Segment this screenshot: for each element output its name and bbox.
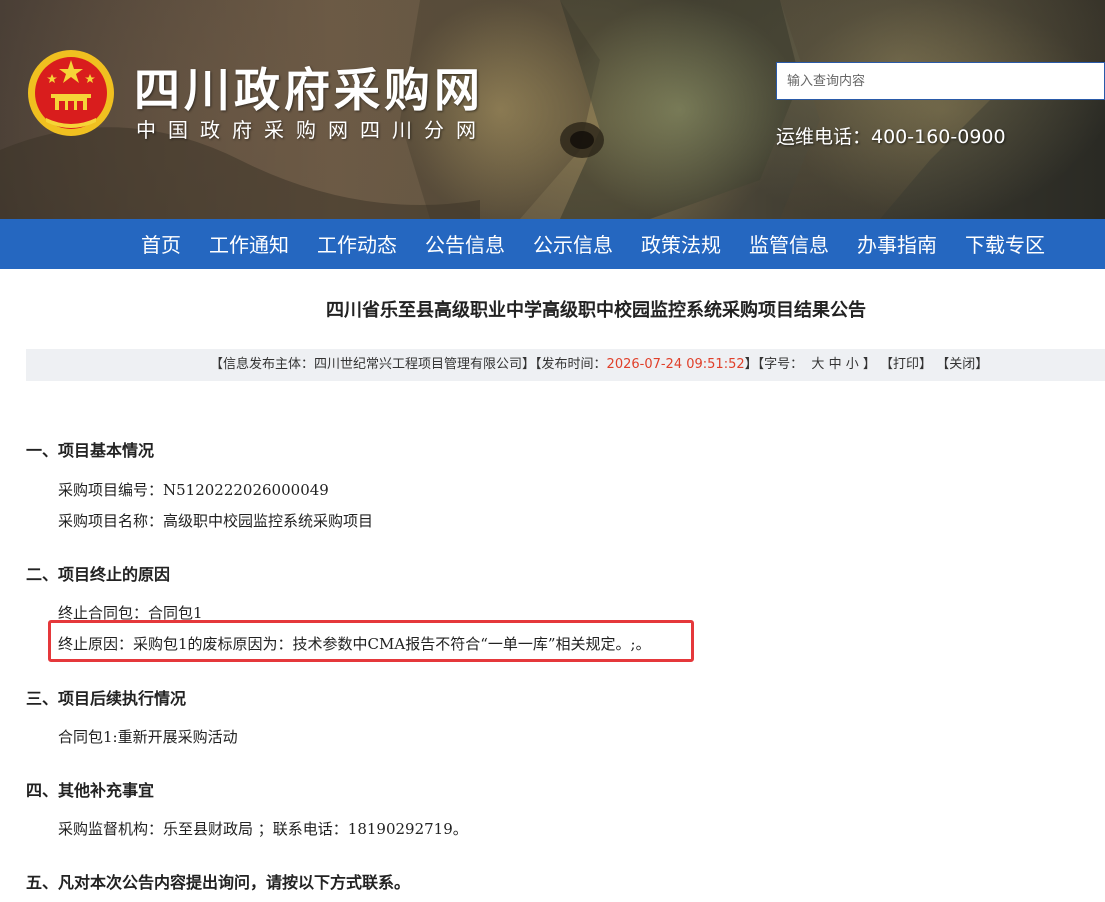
section-heading-termination-reason: 二、项目终止的原因 xyxy=(26,565,171,584)
section-heading-follow-up: 三、项目后续执行情况 xyxy=(26,689,187,708)
header-banner: 四川政府采购网 中国政府采购网四川分网 运维电话：400-160-0900 xyxy=(0,0,1105,219)
article-title: 四川省乐至县高级职业中学高级职中校园监控系统采购项目结果公告 xyxy=(326,300,866,321)
nav-item-downloads[interactable]: 下载专区 xyxy=(951,219,1059,269)
print-button[interactable]: 【打印】 xyxy=(880,357,932,372)
project-name-line: 采购项目名称：高级职中校园监控系统采购项目 xyxy=(58,512,374,530)
nav-item-announcements[interactable]: 公告信息 xyxy=(411,219,519,269)
nav-item-publicity[interactable]: 公示信息 xyxy=(519,219,627,269)
nav-item-policies[interactable]: 政策法规 xyxy=(627,219,735,269)
nav-item-work-notices[interactable]: 工作通知 xyxy=(195,219,303,269)
section-heading-other-matters: 四、其他补充事宜 xyxy=(26,781,155,800)
font-size-medium-button[interactable]: 中 xyxy=(829,357,842,372)
site-title: 四川政府采购网 xyxy=(134,63,484,117)
nav-item-guide[interactable]: 办事指南 xyxy=(843,219,951,269)
meta-font-prefix: 】【字号： xyxy=(744,357,804,372)
main-nav: 首页 工作通知 工作动态 公告信息 公示信息 政策法规 监管信息 办事指南 下载… xyxy=(0,219,1105,269)
meta-font-suffix: 】 xyxy=(862,357,876,372)
nav-item-work-news[interactable]: 工作动态 xyxy=(303,219,411,269)
font-size-large-button[interactable]: 大 xyxy=(811,357,824,372)
follow-up-line: 合同包1:重新开展采购活动 xyxy=(58,728,238,746)
supervision-contact-line: 采购监督机构：乐至县财政局 ；联系电话：18190292719。 xyxy=(58,820,468,838)
meta-publisher: 四川世纪常兴工程项目管理有限公司 xyxy=(314,357,523,372)
section-heading-inquiry: 五、凡对本次公告内容提出询问，请按以下方式联系。 xyxy=(26,873,411,892)
site-subtitle: 中国政府采购网四川分网 xyxy=(136,118,488,142)
nav-item-supervision[interactable]: 监管信息 xyxy=(735,219,843,269)
national-emblem-icon xyxy=(28,50,114,136)
project-number-line: 采购项目编号：N5120222026000049 xyxy=(58,481,329,499)
article-meta-bar: 【信息发布主体：四川世纪常兴工程项目管理有限公司】【发布时间：2026-07-2… xyxy=(26,349,1105,381)
termination-reason-line: 终止原因：采购包1的废标原因为：技术参数中CMA报告不符合“一单一库”相关规定。… xyxy=(58,635,651,653)
close-button[interactable]: 【关闭】 xyxy=(936,357,988,372)
meta-publisher-prefix: 【信息发布主体： xyxy=(210,357,315,372)
support-hotline: 运维电话：400-160-0900 xyxy=(776,126,1006,148)
meta-date: 2026-07-24 09:51:52 xyxy=(606,357,745,372)
nav-item-home[interactable]: 首页 xyxy=(127,219,195,269)
search-input[interactable] xyxy=(776,62,1105,100)
section-heading-basic-info: 一、项目基本情况 xyxy=(26,441,155,460)
meta-date-prefix: 】【发布时间： xyxy=(522,357,607,372)
font-size-small-button[interactable]: 小 xyxy=(846,357,859,372)
